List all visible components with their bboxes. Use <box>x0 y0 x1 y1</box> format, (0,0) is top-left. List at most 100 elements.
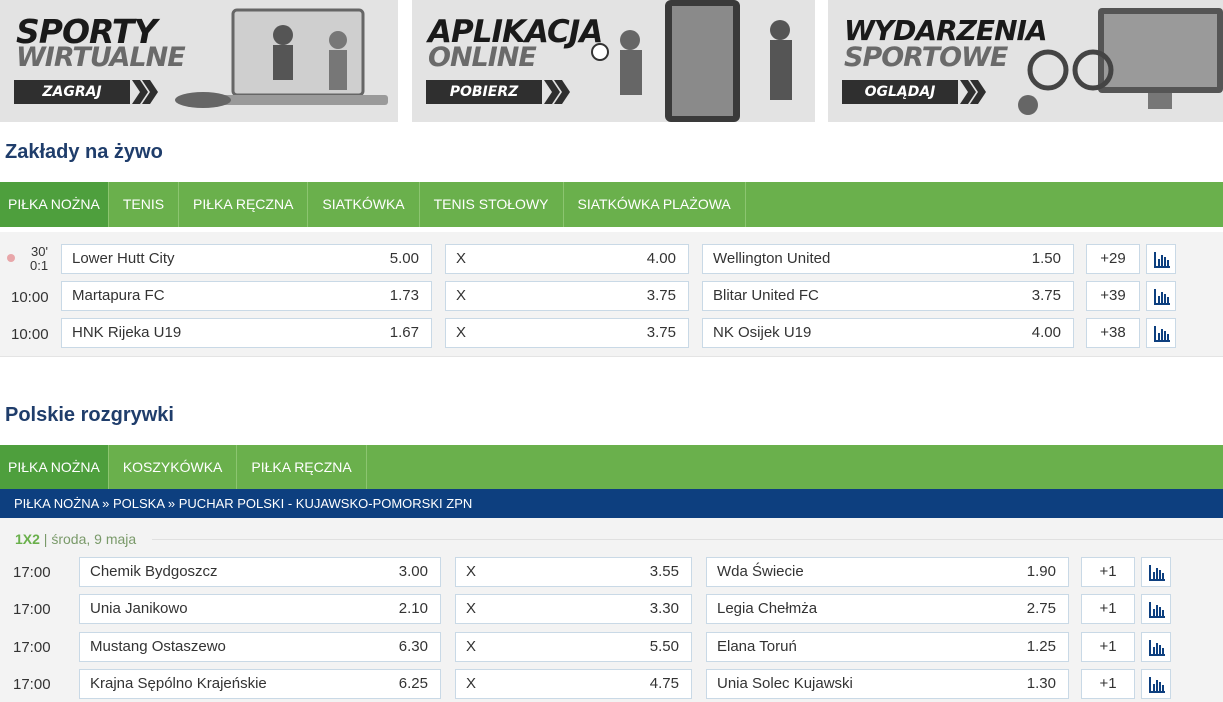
draw-odd-button[interactable]: X 3.30 <box>455 594 692 624</box>
polish-sport-tabs: PIŁKA NOŻNA KOSZYKÓWKA PIŁKA RĘCZNA <box>0 445 1223 489</box>
stats-button[interactable] <box>1146 318 1176 348</box>
draw-label: X <box>466 600 477 617</box>
more-markets-button[interactable]: +1 <box>1081 632 1135 662</box>
more-markets-button[interactable]: +1 <box>1081 557 1135 587</box>
match-time: 17:00 <box>13 639 51 656</box>
phone-players-image <box>591 0 792 122</box>
home-odd: 5.00 <box>389 250 419 267</box>
banner-download-button[interactable]: POBIERZ <box>426 80 542 104</box>
bar-chart-icon <box>1154 289 1170 305</box>
away-odd-button[interactable]: Blitar United FC 3.75 <box>702 281 1074 311</box>
away-team: Wda Świecie <box>717 563 804 580</box>
banner-mobile-app[interactable]: APLIKACJA ONLINE POBIERZ <box>412 0 815 122</box>
away-odd: 2.75 <box>1026 600 1056 617</box>
laptop-athletes-image <box>175 8 388 108</box>
divider <box>152 539 1223 540</box>
home-odd-button[interactable]: HNK Rijeka U19 1.67 <box>61 318 432 348</box>
home-team: HNK Rijeka U19 <box>72 324 182 341</box>
more-markets-button[interactable]: +39 <box>1086 281 1140 311</box>
home-odd-button[interactable]: Chemik Bydgoszcz 3.00 <box>79 557 441 587</box>
away-odd: 1.25 <box>1026 638 1056 655</box>
away-team: Wellington United <box>713 250 831 267</box>
tab-table-tennis[interactable]: TENIS STOŁOWY <box>420 182 564 227</box>
bar-chart-icon <box>1149 565 1165 581</box>
tab-handball[interactable]: PIŁKA RĘCZNA <box>179 182 309 227</box>
draw-odd-button[interactable]: X 3.75 <box>445 318 689 348</box>
banner-subtitle: SPORTOWE <box>844 42 1008 73</box>
match-time: 10:00 <box>11 326 49 343</box>
away-odd: 4.00 <box>1031 324 1061 341</box>
draw-label: X <box>456 287 467 304</box>
home-team: Unia Janikowo <box>90 600 188 617</box>
draw-label: X <box>466 638 477 655</box>
tab-tennis[interactable]: TENIS <box>109 182 180 227</box>
more-markets-button[interactable]: +1 <box>1081 669 1135 699</box>
home-odd-button[interactable]: Mustang Ostaszewo 6.30 <box>79 632 441 662</box>
stats-button[interactable] <box>1141 557 1171 587</box>
draw-odd-button[interactable]: X 3.55 <box>455 557 692 587</box>
tab-football[interactable]: PIŁKA NOŻNA <box>0 445 109 489</box>
home-odd-button[interactable]: Lower Hutt City 5.00 <box>61 244 432 274</box>
market-label: 1X2 <box>15 531 40 547</box>
away-odd: 3.75 <box>1031 287 1061 304</box>
away-odd: 1.50 <box>1031 250 1061 267</box>
away-odd-button[interactable]: Legia Chełmża 2.75 <box>706 594 1069 624</box>
banner-watch-button[interactable]: OGLĄDAJ <box>842 80 958 104</box>
home-team: Martapura FC <box>72 287 165 304</box>
stats-button[interactable] <box>1146 244 1176 274</box>
stats-button[interactable] <box>1141 594 1171 624</box>
draw-label: X <box>456 250 467 267</box>
away-team: Unia Solec Kujawski <box>717 675 853 692</box>
chevrons-icon <box>132 80 158 104</box>
breadcrumb[interactable]: PIŁKA NOŻNA » POLSKA » PUCHAR POLSKI - K… <box>0 489 1223 518</box>
market-date-header: 1X2 | środa, 9 maja <box>15 531 136 547</box>
banner-virtual-sports[interactable]: SPORTY WIRTUALNE ZAGRAJ <box>0 0 398 122</box>
chevrons-icon <box>544 80 570 104</box>
bar-chart-icon <box>1149 602 1165 618</box>
home-odd: 6.30 <box>398 638 428 655</box>
home-odd: 1.73 <box>389 287 419 304</box>
away-team: Legia Chełmża <box>717 600 818 617</box>
banner-subtitle: WIRTUALNE <box>16 42 186 73</box>
draw-odd-button[interactable]: X 4.00 <box>445 244 689 274</box>
draw-odd: 4.00 <box>646 250 676 267</box>
more-markets-button[interactable]: +1 <box>1081 594 1135 624</box>
draw-odd: 3.75 <box>646 287 676 304</box>
live-streaming-monitor-image <box>1018 8 1223 115</box>
stats-button[interactable] <box>1141 669 1171 699</box>
tab-football[interactable]: PIŁKA NOŻNA <box>0 182 109 227</box>
chevrons-icon <box>960 80 986 104</box>
away-odd-button[interactable]: Elana Toruń 1.25 <box>706 632 1069 662</box>
banner-sport-events[interactable]: WYDARZENIA SPORTOWE OGLĄDAJ <box>828 0 1223 122</box>
banner-play-button[interactable]: ZAGRAJ <box>14 80 130 104</box>
home-team: Krajna Sępólno Krajeńskie <box>90 675 267 692</box>
away-team: Elana Toruń <box>717 638 797 655</box>
home-odd-button[interactable]: Krajna Sępólno Krajeńskie 6.25 <box>79 669 441 699</box>
home-odd-button[interactable]: Martapura FC 1.73 <box>61 281 432 311</box>
home-odd-button[interactable]: Unia Janikowo 2.10 <box>79 594 441 624</box>
live-sport-tabs: PIŁKA NOŻNA TENIS PIŁKA RĘCZNA SIATKÓWKA… <box>0 182 1223 227</box>
draw-odd: 3.55 <box>649 563 679 580</box>
more-markets-button[interactable]: +38 <box>1086 318 1140 348</box>
draw-label: X <box>466 563 477 580</box>
tab-basketball[interactable]: KOSZYKÓWKA <box>109 445 238 489</box>
tab-volleyball[interactable]: SIATKÓWKA <box>308 182 420 227</box>
tab-handball[interactable]: PIŁKA RĘCZNA <box>237 445 367 489</box>
more-markets-button[interactable]: +29 <box>1086 244 1140 274</box>
away-odd-button[interactable]: NK Osijek U19 4.00 <box>702 318 1074 348</box>
match-time: 10:00 <box>11 289 49 306</box>
away-odd-button[interactable]: Unia Solec Kujawski 1.30 <box>706 669 1069 699</box>
draw-odd-button[interactable]: X 4.75 <box>455 669 692 699</box>
home-odd: 1.67 <box>389 324 419 341</box>
draw-odd-button[interactable]: X 3.75 <box>445 281 689 311</box>
match-time: 17:00 <box>13 564 51 581</box>
stats-button[interactable] <box>1146 281 1176 311</box>
divider <box>0 356 1223 357</box>
bar-chart-icon <box>1154 252 1170 268</box>
away-odd-button[interactable]: Wda Świecie 1.90 <box>706 557 1069 587</box>
tab-beach-volleyball[interactable]: SIATKÓWKA PLAŻOWA <box>564 182 746 227</box>
bar-chart-icon <box>1149 677 1165 693</box>
away-odd-button[interactable]: Wellington United 1.50 <box>702 244 1074 274</box>
draw-odd-button[interactable]: X 5.50 <box>455 632 692 662</box>
stats-button[interactable] <box>1141 632 1171 662</box>
